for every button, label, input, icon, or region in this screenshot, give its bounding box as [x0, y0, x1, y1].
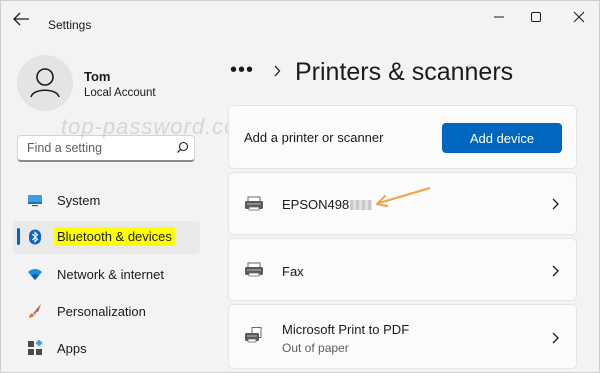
printer-item-fax[interactable]: Fax [228, 238, 577, 301]
maximize-icon [531, 12, 541, 22]
sidebar-item-label: Bluetooth & devices [54, 227, 175, 246]
printer-icon [245, 196, 263, 211]
printer-name-text: EPSON498 [282, 197, 350, 212]
printer-name: Fax [282, 264, 304, 279]
sidebar-item-personalization[interactable]: Personalization [13, 295, 200, 328]
maximize-button[interactable] [524, 7, 548, 27]
add-printer-label: Add a printer or scanner [244, 130, 384, 145]
sidebar-item-bluetooth-devices[interactable]: Bluetooth & devices [13, 221, 200, 254]
title-bar: Settings [1, 1, 599, 35]
printer-status: Out of paper [282, 341, 349, 355]
sidebar-item-label: Apps [57, 341, 87, 356]
wifi-icon [28, 269, 42, 280]
sidebar-item-label: Personalization [57, 304, 146, 319]
sidebar-item-label: System [57, 193, 101, 208]
close-icon [573, 11, 585, 23]
selection-indicator [17, 228, 20, 245]
close-button[interactable] [567, 7, 591, 27]
printer-item-pdf[interactable]: Microsoft Print to PDF Out of paper [228, 304, 577, 369]
app-title: Settings [48, 18, 92, 32]
settings-window: Settings Tom Local Account Find a settin… [0, 0, 600, 373]
back-button[interactable] [11, 10, 33, 28]
breadcrumb-more-button[interactable]: ••• [230, 59, 254, 82]
printer-name: EPSON498 [282, 197, 373, 212]
bluetooth-icon [29, 229, 41, 245]
fax-icon [245, 262, 263, 277]
chevron-right-icon [552, 265, 559, 277]
display-icon [28, 195, 42, 207]
account-name: Tom [84, 69, 111, 84]
chevron-right-icon [552, 332, 559, 344]
sidebar-item-label: Network & internet [57, 267, 164, 282]
printer-name: Microsoft Print to PDF [282, 322, 410, 337]
search-icon [177, 141, 189, 153]
sidebar-item-apps[interactable]: Apps [13, 332, 200, 365]
minimize-icon [494, 16, 504, 18]
add-device-button[interactable]: Add device [442, 123, 562, 153]
user-icon [30, 68, 60, 98]
back-arrow-icon [13, 12, 29, 26]
minimize-button[interactable] [487, 7, 511, 27]
search-placeholder: Find a setting [27, 141, 103, 155]
apps-icon [28, 340, 43, 355]
blurred-text [350, 200, 373, 210]
account-type: Local Account [84, 87, 156, 99]
annotation-arrow-icon [376, 187, 431, 207]
sidebar-item-system[interactable]: System [13, 184, 200, 217]
sidebar-item-network[interactable]: Network & internet [13, 258, 200, 291]
brush-icon [29, 304, 41, 318]
chevron-right-icon [274, 65, 281, 77]
avatar[interactable] [17, 55, 73, 111]
page-title: Printers & scanners [295, 58, 514, 86]
chevron-right-icon [552, 198, 559, 210]
pdf-printer-icon [245, 327, 262, 343]
add-printer-card: Add a printer or scanner Add device [228, 105, 577, 169]
